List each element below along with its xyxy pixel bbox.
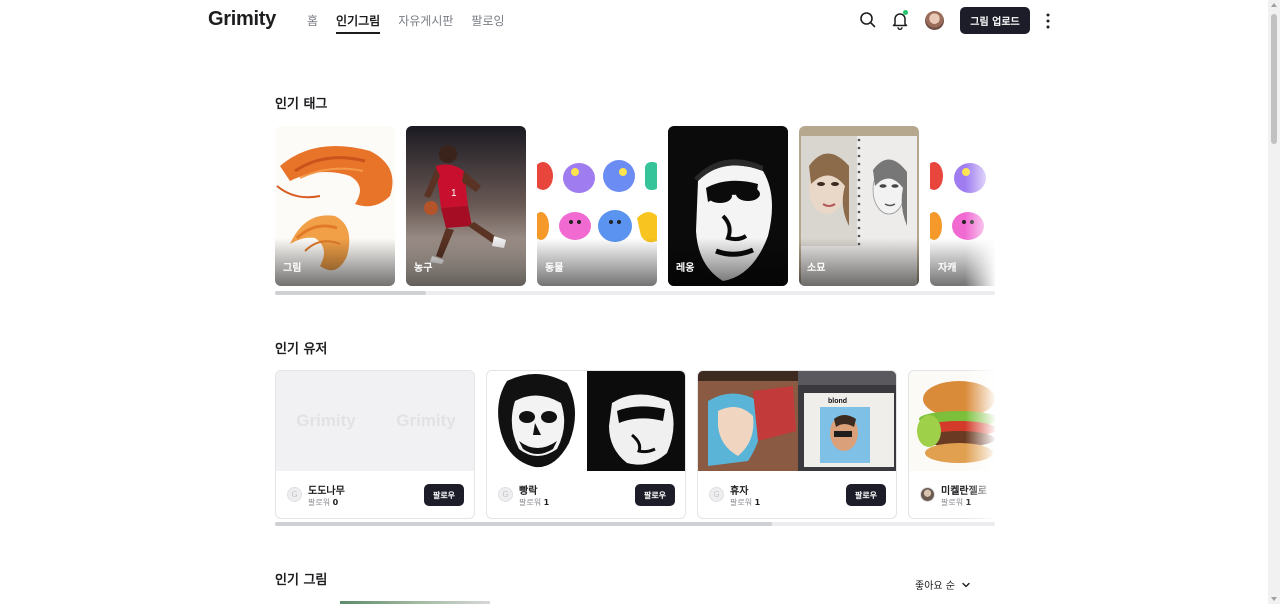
user-avatar[interactable] <box>920 487 935 502</box>
popular-users-carousel: Grimity Grimity G 도도나무 팔로워 0 팔로우 G 빵락 팔로… <box>275 370 995 520</box>
tag-card-original-character[interactable]: 자캐 <box>930 126 995 286</box>
tag-card-animals[interactable]: 동물 <box>537 126 657 286</box>
tag-label: 소묘 <box>807 263 826 274</box>
sort-dropdown[interactable]: 좋아요 순 <box>915 577 971 592</box>
nav-free-board[interactable]: 자유게시판 <box>398 12 453 34</box>
followers-value: 1 <box>965 498 972 507</box>
followers-label: 팔로워 <box>941 498 964 507</box>
followers-value: 0 <box>332 498 339 507</box>
user-follower-count: 팔로워 1 <box>519 497 549 508</box>
more-icon[interactable] <box>1041 11 1055 31</box>
follow-button[interactable]: 팔로우 <box>635 484 675 506</box>
user-card[interactable]: G 빵락 팔로워 1 팔로우 <box>486 370 686 519</box>
user-follower-count: 팔로워 1 <box>730 497 760 508</box>
tag-card-basketball[interactable]: 1 농구 <box>406 126 526 286</box>
top-header: Grimity 홈 인기그림 자유게시판 팔로잉 그림 업로드 <box>0 0 1268 42</box>
tags-scrollbar[interactable] <box>275 291 995 295</box>
tag-label: 자캐 <box>938 263 957 274</box>
scroll-up-arrow-icon[interactable] <box>1271 3 1277 7</box>
followers-label: 팔로워 <box>730 498 753 507</box>
user-artwork-thumbs: Grimity Grimity <box>276 371 474 471</box>
main-nav: 홈 인기그림 자유게시판 팔로잉 <box>307 12 523 34</box>
followers-label: 팔로워 <box>519 498 542 507</box>
sort-label: 좋아요 순 <box>915 581 955 592</box>
user-name[interactable]: 휴자 <box>730 482 748 497</box>
user-card[interactable]: blond G 휴자 팔로워 1 팔로우 <box>697 370 897 519</box>
tag-label: 레옹 <box>676 263 695 274</box>
svg-text:1: 1 <box>451 188 457 199</box>
user-artwork-thumbs <box>487 371 685 471</box>
chevron-down-icon <box>962 582 970 587</box>
user-name[interactable]: 도도나무 <box>308 482 345 497</box>
user-avatar[interactable]: G <box>498 487 513 502</box>
popular-tags-title: 인기 태그 <box>275 97 328 112</box>
bell-icon[interactable] <box>890 10 910 30</box>
user-name[interactable]: 미켈란젤로 <box>941 482 987 497</box>
avatar[interactable] <box>925 11 944 30</box>
tag-card-leon[interactable]: 레옹 <box>668 126 788 286</box>
placeholder-thumbnail: Grimity <box>376 371 474 471</box>
tag-label: 그림 <box>283 263 302 274</box>
tag-card-sketch[interactable]: 소묘 <box>799 126 919 286</box>
followers-label: 팔로워 <box>308 498 331 507</box>
follow-button[interactable]: 팔로우 <box>424 484 464 506</box>
placeholder-thumbnail: Grimity <box>276 371 376 471</box>
nav-home[interactable]: 홈 <box>307 12 318 34</box>
tags-scrollbar-thumb[interactable] <box>275 291 427 295</box>
user-follower-count: 팔로워 1 <box>941 497 971 508</box>
popular-users-title: 인기 유저 <box>275 342 328 357</box>
users-scrollbar[interactable] <box>275 522 995 526</box>
nav-following[interactable]: 팔로잉 <box>471 12 504 34</box>
notification-dot <box>903 10 908 15</box>
page-scrollbar-thumb[interactable] <box>1271 14 1277 144</box>
nav-popular-art[interactable]: 인기그림 <box>336 12 381 34</box>
popular-tags-carousel: 그림 1 농구 동물 레옹 소묘 자캐 <box>275 126 995 286</box>
leon-artwork-thumbnail <box>587 371 685 471</box>
users-scrollbar-thumb[interactable] <box>275 522 772 526</box>
user-follower-count: 팔로워 0 <box>308 497 338 508</box>
scroll-down-arrow-icon[interactable] <box>1271 597 1277 601</box>
user-card[interactable]: Grimity Grimity G 도도나무 팔로워 0 팔로우 <box>275 370 475 519</box>
tag-label: 동물 <box>545 263 564 274</box>
svg-text:blond: blond <box>828 398 847 405</box>
painting-artwork-thumbnail <box>698 371 798 471</box>
user-avatar[interactable]: G <box>287 487 302 502</box>
follow-button[interactable]: 팔로우 <box>846 484 886 506</box>
blond-artwork-thumbnail: blond <box>798 371 896 471</box>
followers-value: 1 <box>754 498 761 507</box>
user-artwork-thumbs: blond <box>698 371 896 471</box>
user-avatar[interactable]: G <box>709 487 724 502</box>
burger-artwork-thumbnail <box>909 371 995 471</box>
tag-card-drawing[interactable]: 그림 <box>275 126 395 286</box>
logo[interactable]: Grimity <box>208 8 276 31</box>
user-card[interactable]: 미켈란젤로 팔로워 1 <box>908 370 995 519</box>
user-name[interactable]: 빵락 <box>519 482 537 497</box>
popular-art-title: 인기 그림 <box>275 573 328 588</box>
followers-value: 1 <box>543 498 550 507</box>
page-scrollbar[interactable] <box>1268 0 1280 604</box>
user-artwork-thumbs <box>909 371 995 471</box>
tag-label: 농구 <box>414 263 433 274</box>
joker-artwork-thumbnail <box>487 371 587 471</box>
upload-art-button[interactable]: 그림 업로드 <box>960 7 1030 34</box>
search-icon[interactable] <box>858 10 878 30</box>
